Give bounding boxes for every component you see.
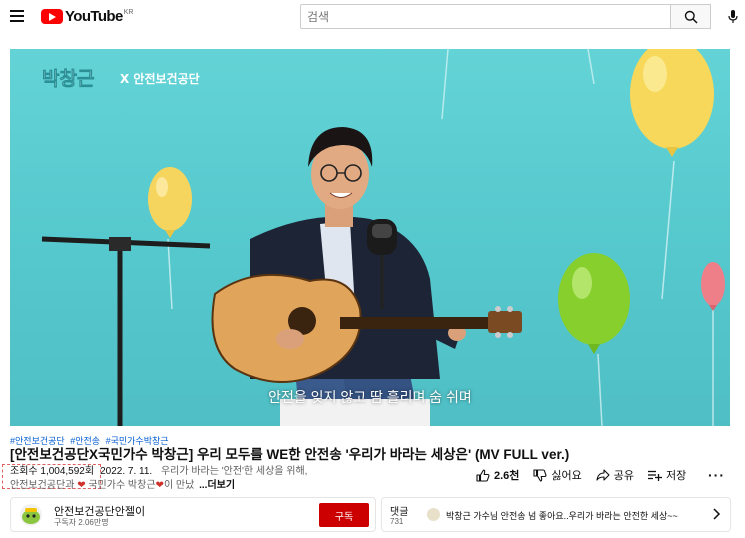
menu-icon[interactable] [10, 10, 24, 22]
share-label: 공유 [613, 470, 635, 482]
overlay-brand: 박창근 [42, 68, 94, 90]
yellow-balloon-right [630, 49, 714, 157]
comments-teaser[interactable]: 댓글 731 박창근 가수님 안전송 넘 좋아요..우리가 바라는 안전한 세상… [381, 497, 731, 532]
share-icon [596, 469, 610, 481]
voice-search-button[interactable] [722, 4, 744, 29]
save-label: 저장 [666, 470, 687, 482]
dislike-button[interactable]: 싫어요 [533, 467, 582, 483]
video-description[interactable]: 조회수 1,004,592회 2022. 7. 11. 우리가 바라는 '안전'한… [10, 465, 430, 493]
channel-card: 안전보건공단안젤이 구독자 2.06만명 구독 [10, 497, 376, 532]
show-more-link[interactable]: ...더보기 [199, 480, 235, 491]
top-comment: 박창근 가수님 안전송 넘 좋아요..우리가 바라는 안전한 세상~~ [446, 511, 678, 521]
playlist-add-icon [648, 470, 663, 481]
microphone-icon [728, 9, 738, 23]
youtube-play-icon [41, 9, 63, 24]
description-line-2c: 이 만났 [163, 480, 195, 491]
like-button[interactable]: 2.6천 [476, 467, 519, 483]
view-count: 조회수 1,004,592회 [10, 466, 95, 477]
subscriber-count: 구독자 2.06만명 [54, 518, 109, 527]
like-count: 2.6천 [494, 470, 520, 482]
yellow-balloon-left [148, 167, 192, 238]
channel-avatar[interactable] [20, 504, 42, 526]
description-line-2a: 안전보건공단과 [10, 480, 78, 491]
more-actions-icon[interactable]: ··· [708, 467, 725, 483]
region-code: KR [123, 9, 134, 16]
mascot-icon [22, 508, 40, 524]
pink-balloon [701, 262, 725, 311]
description-line-1: 우리가 바라는 '안전'한 세상을 위해, [160, 466, 308, 477]
thumbs-up-icon [476, 468, 490, 482]
thumbs-down-icon [533, 468, 547, 482]
search-icon [684, 10, 698, 24]
action-bar: 2.6천 싫어요 공유 저장 [476, 467, 700, 483]
search-button[interactable] [670, 4, 711, 29]
youtube-logo[interactable]: YouTube KR [41, 8, 133, 25]
video-title: [안전보건공단X국민가수 박창근] 우리 모두를 WE한 안전송 '우리가 바라… [10, 447, 570, 462]
description-line-2b: 국민가수 박창근 [85, 480, 156, 491]
video-subtitle: 안전을 잊지 않고 땀 흘리며 숨 쉬며 [268, 389, 472, 405]
subscribe-button[interactable]: 구독 [319, 503, 369, 527]
save-button[interactable]: 저장 [648, 467, 686, 483]
chevron-right-icon [713, 508, 721, 520]
search-input[interactable]: 검색 [300, 4, 670, 29]
logo-text: YouTube [65, 8, 123, 25]
video-player[interactable]: 박창근 X 안전보건공단 안전을 잊지 않고 땀 흘리며 숨 쉬며 [10, 49, 730, 426]
comment-count: 731 [390, 517, 404, 526]
commenter-avatar [427, 508, 440, 521]
video-frame-illustration: 박창근 X 안전보건공단 [42, 49, 725, 426]
top-bar: YouTube KR 검색 [0, 0, 745, 34]
green-balloon [558, 253, 630, 354]
heart-icon: ❤ [155, 480, 164, 491]
dislike-label: 싫어요 [551, 470, 582, 482]
upload-date: 2022. 7. 11. [100, 466, 153, 477]
share-button[interactable]: 공유 [596, 467, 634, 483]
heart-icon: ❤ [77, 480, 86, 491]
comments-label: 댓글 [390, 507, 409, 518]
overlay-partner: X 안전보건공단 [120, 71, 200, 86]
